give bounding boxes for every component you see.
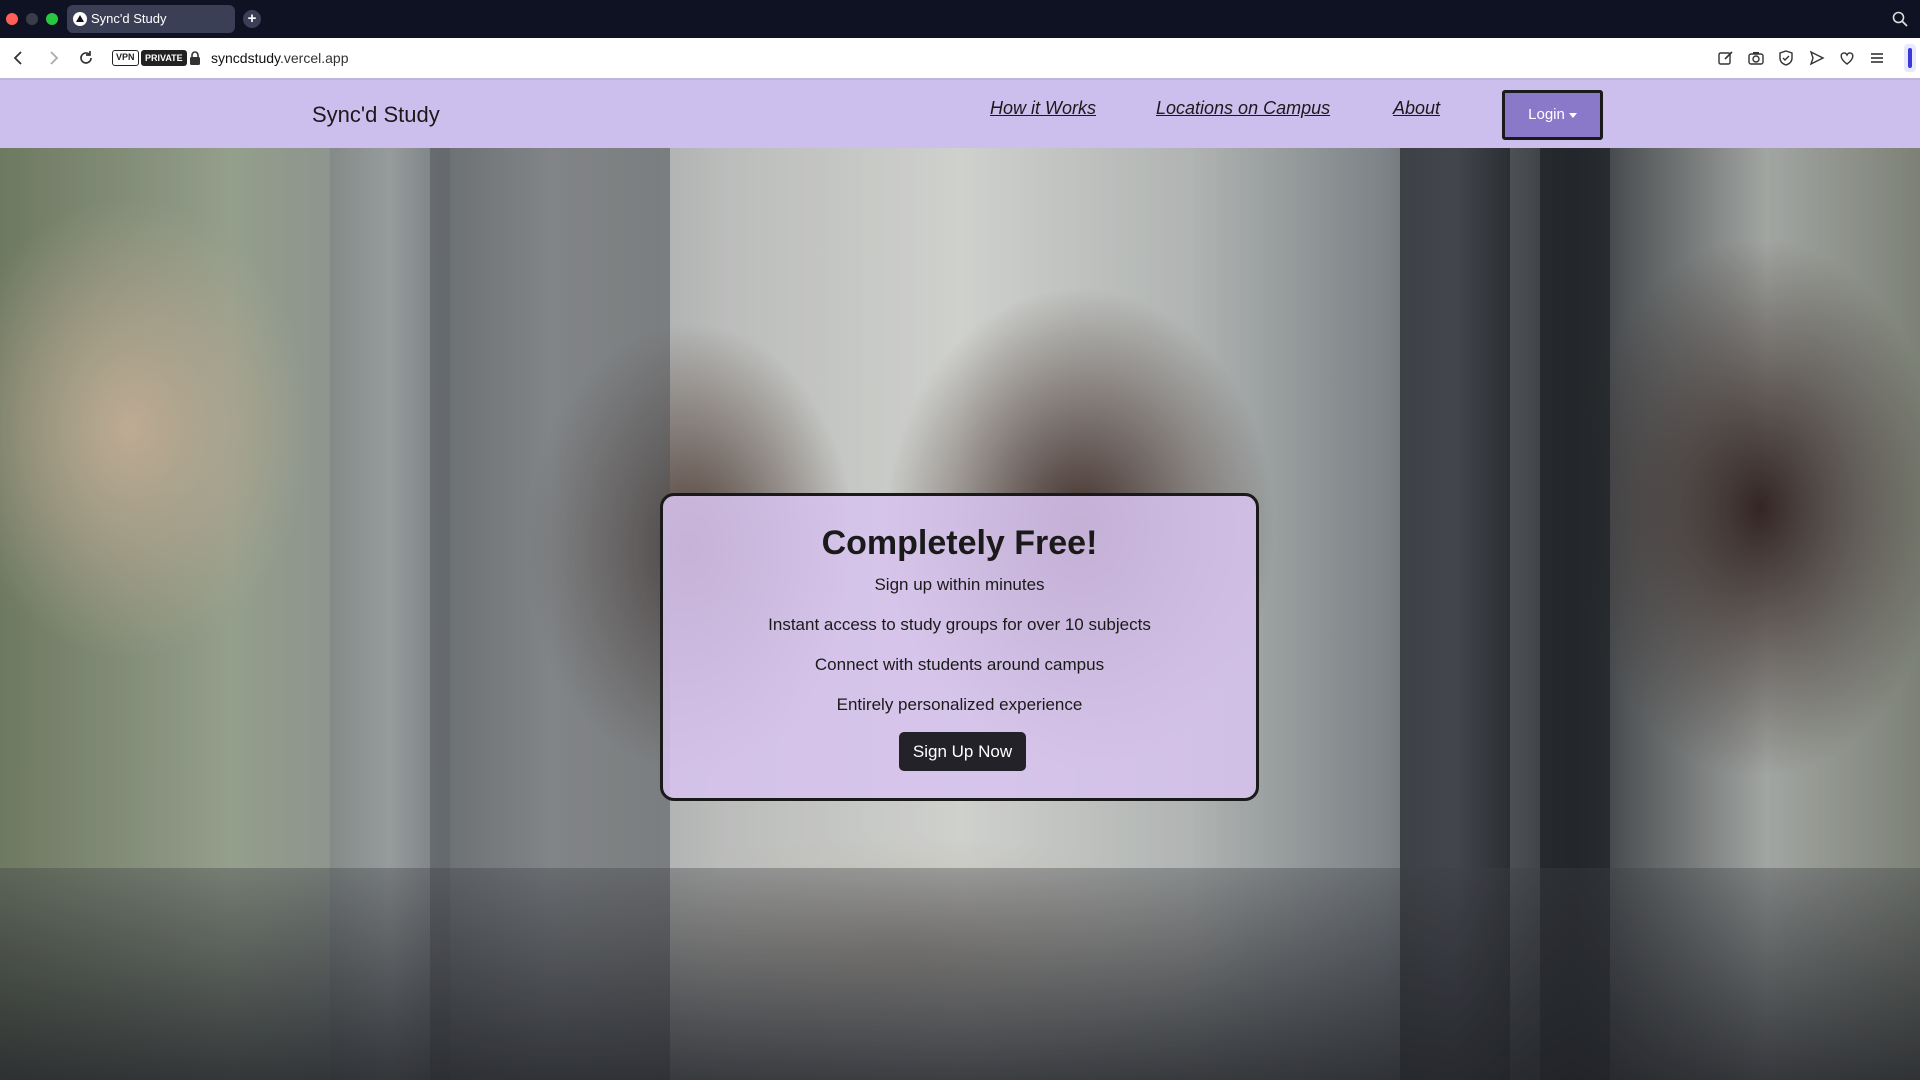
menu-icon[interactable] xyxy=(1868,49,1886,67)
browser-tab[interactable]: Sync'd Study xyxy=(67,5,235,33)
nav-link-about[interactable]: About xyxy=(1393,98,1440,119)
shield-icon[interactable] xyxy=(1777,49,1795,67)
url-suffix: .vercel.app xyxy=(280,50,349,66)
site-brand[interactable]: Sync'd Study xyxy=(312,102,440,128)
site-favicon-icon xyxy=(73,12,87,26)
browser-titlebar: Sync'd Study + xyxy=(0,0,1920,38)
nav-link-how-it-works[interactable]: How it Works xyxy=(990,98,1096,119)
vpn-badge[interactable]: VPN xyxy=(112,50,139,66)
sign-up-button[interactable]: Sign Up Now xyxy=(899,732,1026,771)
login-dropdown-button[interactable]: Login xyxy=(1502,90,1603,140)
page-viewport: Sync'd Study How it Works Locations on C… xyxy=(0,78,1920,1080)
reload-icon[interactable] xyxy=(76,48,96,68)
edit-icon[interactable] xyxy=(1717,49,1735,67)
url-domain: syncdstudy xyxy=(211,50,280,66)
hero-line-personalized: Entirely personalized experience xyxy=(836,695,1083,714)
new-tab-button[interactable]: + xyxy=(243,10,261,28)
hero-line-access: Instant access to study groups for over … xyxy=(768,615,1151,634)
nav-link-locations[interactable]: Locations on Campus xyxy=(1156,98,1330,119)
camera-icon[interactable] xyxy=(1747,49,1765,67)
hero-card: Completely Free! Sign up within minutes … xyxy=(660,493,1259,801)
search-tabs-icon[interactable] xyxy=(1892,11,1908,27)
browser-toolbar: VPN PRIVATE syncdstudy.vercel.app xyxy=(0,38,1920,78)
maximize-window-button[interactable] xyxy=(46,13,58,25)
forward-arrow-icon[interactable] xyxy=(44,48,64,68)
site-navbar: Sync'd Study How it Works Locations on C… xyxy=(0,78,1920,148)
hero-title: Completely Free! xyxy=(821,524,1098,562)
address-bar[interactable]: syncdstudy.vercel.app xyxy=(211,49,348,67)
close-window-button[interactable] xyxy=(6,13,18,25)
login-label: Login xyxy=(1528,106,1565,123)
minimize-window-button[interactable] xyxy=(26,13,38,25)
private-badge: PRIVATE xyxy=(141,50,187,66)
tab-title: Sync'd Study xyxy=(91,11,167,26)
heart-icon[interactable] xyxy=(1838,49,1856,67)
caret-down-icon xyxy=(1568,112,1577,118)
back-arrow-icon[interactable] xyxy=(8,48,28,68)
sidebar-toggle[interactable] xyxy=(1904,44,1916,72)
hero-line-signup: Sign up within minutes xyxy=(874,575,1045,594)
hero-line-connect: Connect with students around campus xyxy=(814,655,1105,674)
lock-icon[interactable] xyxy=(189,51,201,65)
send-icon[interactable] xyxy=(1808,49,1826,67)
